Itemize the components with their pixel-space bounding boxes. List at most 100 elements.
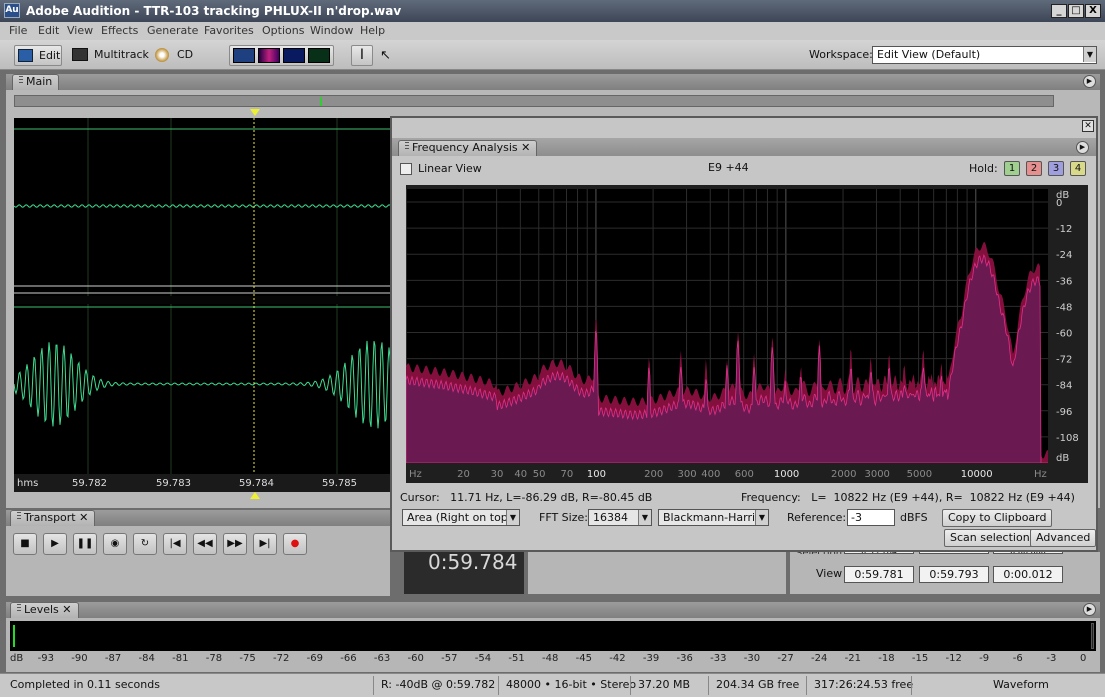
multitrack-label[interactable]: Multitrack [94, 48, 149, 61]
fft-size-value: 16384 [593, 511, 628, 524]
level-scale-label: -57 [441, 653, 458, 664]
freq-tick-label: 100 [587, 469, 606, 480]
phase-display-icon[interactable] [308, 48, 330, 63]
status-bar: Completed in 0.11 seconds R: -40dB @ 0:5… [0, 673, 1105, 697]
linear-view-checkbox[interactable] [400, 163, 412, 175]
time-selection-tool-icon[interactable]: I [351, 45, 373, 66]
menu-edit[interactable]: Edit [38, 24, 59, 37]
frequency-panel-header: Frequency Analysis ✕ ▶ [392, 138, 1096, 156]
waveform-display-icon[interactable] [233, 48, 255, 63]
view-label: View [816, 567, 843, 580]
time-tick-label: 59.783 [156, 478, 191, 489]
panel-menu-icon[interactable]: ▶ [1083, 603, 1096, 616]
reference-input[interactable]: -3 [847, 509, 895, 526]
menu-file[interactable]: File [9, 24, 27, 37]
toolbar: Edit Multitrack CD I ↖ Workspace: Edit V… [0, 40, 1105, 70]
time-tick-label: 59.784 [239, 478, 274, 489]
pan-display-icon[interactable] [283, 48, 305, 63]
tab-transport[interactable]: Transport ✕ [10, 510, 96, 526]
freq-tick-label: 50 [533, 469, 546, 480]
waveform-display[interactable] [14, 118, 392, 492]
close-icon[interactable]: ✕ [79, 511, 88, 524]
status-message: Completed in 0.11 seconds [10, 678, 160, 691]
window-function-select[interactable]: Blackmann-Harris ▼ [658, 509, 769, 526]
multitrack-icon[interactable] [72, 48, 88, 61]
hold-button-1[interactable]: 1 [1004, 161, 1020, 176]
fast-forward-icon[interactable]: ▶▶ [223, 533, 247, 555]
hold-button-3[interactable]: 3 [1048, 161, 1064, 176]
db-tick-label: 0 [1056, 198, 1062, 209]
tab-main[interactable]: Main [12, 74, 60, 90]
panel-menu-icon[interactable]: ▶ [1076, 141, 1089, 154]
level-scale-label: -24 [811, 653, 828, 664]
freq-tick-label: 5000 [907, 469, 932, 480]
move-tool-icon[interactable]: ↖ [380, 48, 391, 63]
advanced-button[interactable]: Advanced [1030, 529, 1097, 547]
hold-button-4[interactable]: 4 [1070, 161, 1086, 176]
spectral-display-icon[interactable] [258, 48, 280, 63]
freq-tick-label: 200 [644, 469, 663, 480]
overview-bar[interactable] [14, 95, 1054, 107]
edit-label: Edit [39, 49, 61, 62]
playhead-top-marker-icon[interactable] [250, 109, 260, 116]
menu-window[interactable]: Window [310, 24, 353, 37]
db-tick-label: -108 [1056, 433, 1079, 444]
panel-menu-icon[interactable]: ▶ [1083, 75, 1096, 88]
menu-view[interactable]: View [67, 24, 93, 37]
level-scale-label: -3 [1046, 653, 1057, 664]
level-scale-label: -21 [844, 653, 861, 664]
db-tick-label: -12 [1056, 224, 1072, 235]
view-length-field[interactable]: 0:00.012 [993, 566, 1063, 583]
close-icon[interactable]: ✕ [62, 603, 71, 616]
record-icon[interactable]: ● [283, 533, 307, 555]
display-mode-select[interactable]: Area (Right on top) ▼ [402, 509, 520, 526]
level-meter [10, 621, 1096, 651]
pause-icon[interactable]: ❚❚ [73, 533, 97, 555]
freq-tick-label: 1000 [774, 469, 799, 480]
db-tick-label: -72 [1056, 355, 1072, 366]
level-meter-left [13, 625, 15, 647]
close-icon[interactable]: ✕ [1082, 120, 1094, 132]
tab-frequency-analysis[interactable]: Frequency Analysis ✕ [398, 140, 538, 156]
copy-to-clipboard-button[interactable]: Copy to Clipboard [942, 509, 1053, 527]
maximize-button[interactable]: □ [1068, 4, 1084, 18]
close-button[interactable]: X [1085, 4, 1101, 18]
rewind-icon[interactable]: ◀◀ [193, 533, 217, 555]
menu-help[interactable]: Help [360, 24, 385, 37]
play-from-cursor-icon[interactable]: ◉ [103, 533, 127, 555]
menu-favorites[interactable]: Favorites [204, 24, 254, 37]
minimize-button[interactable]: _ [1051, 4, 1067, 18]
scan-selection-button[interactable]: Scan selection [944, 529, 1036, 547]
level-scale-label: -30 [743, 653, 761, 664]
playhead-bottom-marker-icon[interactable] [250, 492, 260, 499]
play-icon[interactable]: ▶ [43, 533, 67, 555]
waveform-icon [18, 49, 33, 62]
db-tick-label: -96 [1056, 407, 1072, 418]
stop-icon[interactable]: ■ [13, 533, 37, 555]
cd-icon[interactable] [155, 48, 169, 62]
frequency-readout: Frequency: L= 10822 Hz (E9 +44), R= 1082… [741, 491, 1075, 504]
loop-icon[interactable]: ↻ [133, 533, 157, 555]
menu-effects[interactable]: Effects [101, 24, 138, 37]
menu-generate[interactable]: Generate [147, 24, 198, 37]
db-tick-label: -84 [1056, 381, 1072, 392]
view-end-field[interactable]: 0:59.793 [919, 566, 989, 583]
level-readout: R: -40dB @ 0:59.782 [381, 678, 496, 691]
tab-levels[interactable]: Levels ✕ [10, 602, 79, 618]
transport-panel-header: Transport ✕ [6, 510, 390, 526]
fft-size-select[interactable]: 16384 ▼ [588, 509, 652, 526]
menu-options[interactable]: Options [262, 24, 304, 37]
hold-label: Hold: [969, 162, 998, 175]
go-to-start-icon[interactable]: |◀ [163, 533, 187, 555]
edit-view-button[interactable]: Edit [14, 45, 62, 66]
go-to-end-icon[interactable]: ▶| [253, 533, 277, 555]
level-scale-label: -69 [306, 653, 323, 664]
cd-label[interactable]: CD [177, 48, 193, 61]
level-scale-label: -75 [239, 653, 256, 664]
time-display-value: 0:59.784 [428, 550, 518, 574]
view-begin-field[interactable]: 0:59.781 [844, 566, 914, 583]
hold-button-2[interactable]: 2 [1026, 161, 1042, 176]
close-icon[interactable]: ✕ [521, 141, 530, 154]
spectrum-plot[interactable]: dB 0 -12 -24 -36 -48 -60 -72 -84 -96 -108 dB Hz 20 30 4… [405, 185, 1088, 483]
workspace-select[interactable]: Edit View (Default) ▼ [872, 46, 1097, 64]
